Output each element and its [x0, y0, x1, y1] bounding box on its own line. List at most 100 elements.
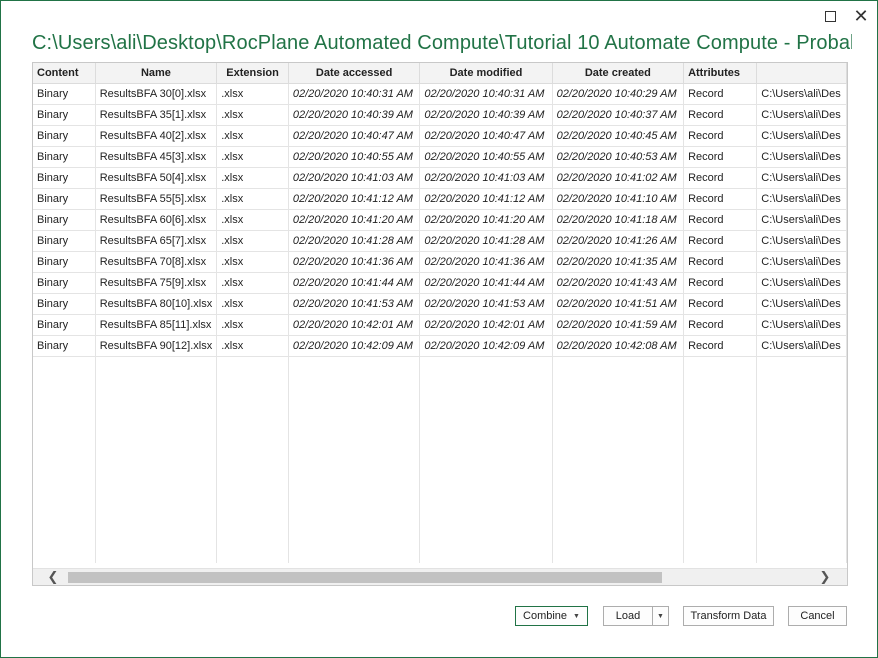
table-row[interactable]: Binary ResultsBFA 60[6].xlsx .xlsx 02/20/20…: [33, 209, 847, 231]
cell-date-created: 02/20/2020 10:42:08 AM: [552, 335, 685, 357]
cell-date-modified: 02/20/2020 10:41:12 AM: [419, 188, 553, 210]
cell-folder-path: C:\Users\ali\Des: [756, 314, 847, 336]
cancel-button[interactable]: Cancel: [788, 606, 847, 626]
table-row[interactable]: Binary ResultsBFA 40[2].xlsx .xlsx 02/20/20…: [33, 125, 847, 147]
load-button[interactable]: Load: [603, 606, 652, 626]
chevron-left-icon[interactable]: ❮: [45, 569, 61, 585]
cell-attributes: Record: [683, 314, 758, 336]
cell-folder-path: C:\Users\ali\Des: [756, 104, 847, 126]
cell-date-created: 02/20/2020 10:41:35 AM: [552, 251, 685, 273]
cell-attributes: Record: [683, 293, 758, 315]
column-header-date-accessed[interactable]: Date accessed: [288, 63, 421, 84]
cell-attributes: Record: [683, 146, 758, 168]
cell-content: Binary: [33, 272, 96, 294]
cell-date-modified: 02/20/2020 10:40:31 AM: [419, 83, 553, 105]
cell-extension: .xlsx: [216, 188, 289, 210]
empty-cell: [288, 356, 421, 563]
empty-cell: [95, 356, 218, 563]
column-header-extension[interactable]: Extension: [216, 63, 289, 84]
cell-date-accessed: 02/20/2020 10:42:09 AM: [288, 335, 421, 357]
cell-extension: .xlsx: [216, 209, 289, 231]
cell-date-created: 02/20/2020 10:40:53 AM: [552, 146, 685, 168]
load-dropdown-button[interactable]: ▼: [652, 606, 669, 626]
cell-folder-path: C:\Users\ali\Des: [756, 167, 847, 189]
cell-extension: .xlsx: [216, 251, 289, 273]
cell-name: ResultsBFA 50[4].xlsx: [95, 167, 218, 189]
cell-date-accessed: 02/20/2020 10:41:44 AM: [288, 272, 421, 294]
cell-content: Binary: [33, 209, 96, 231]
cell-date-created: 02/20/2020 10:41:59 AM: [552, 314, 685, 336]
column-header-attributes[interactable]: Attributes: [683, 63, 758, 84]
cell-name: ResultsBFA 40[2].xlsx: [95, 125, 218, 147]
cell-date-modified: 02/20/2020 10:42:01 AM: [419, 314, 553, 336]
cell-folder-path: C:\Users\ali\Des: [756, 251, 847, 273]
scrollbar-thumb[interactable]: [68, 572, 662, 583]
cell-date-accessed: 02/20/2020 10:41:03 AM: [288, 167, 421, 189]
cancel-label: Cancel: [800, 610, 835, 622]
cell-folder-path: C:\Users\ali\Des: [756, 335, 847, 357]
close-button[interactable]: ✕: [848, 5, 874, 27]
cell-attributes: Record: [683, 251, 758, 273]
cell-folder-path: C:\Users\ali\Des: [756, 272, 847, 294]
cell-content: Binary: [33, 293, 96, 315]
cell-date-created: 02/20/2020 10:41:18 AM: [552, 209, 685, 231]
cell-attributes: Record: [683, 272, 758, 294]
preview-table: Content Name Extension Date accessed Date mo…: [33, 63, 847, 563]
cell-date-accessed: 02/20/2020 10:41:20 AM: [288, 209, 421, 231]
chevron-right-icon[interactable]: ❯: [817, 569, 833, 585]
table-row[interactable]: Binary ResultsBFA 50[4].xlsx .xlsx 02/20/20…: [33, 167, 847, 189]
cell-extension: .xlsx: [216, 314, 289, 336]
cell-date-modified: 02/20/2020 10:41:44 AM: [419, 272, 553, 294]
cell-content: Binary: [33, 251, 96, 273]
cell-extension: .xlsx: [216, 293, 289, 315]
table-row[interactable]: Binary ResultsBFA 65[7].xlsx .xlsx 02/20/20…: [33, 230, 847, 252]
table-row[interactable]: Binary ResultsBFA 85[11].xlsx .xlsx 02/20/2…: [33, 314, 847, 336]
cell-name: ResultsBFA 55[5].xlsx: [95, 188, 218, 210]
cell-content: Binary: [33, 335, 96, 357]
cell-extension: .xlsx: [216, 167, 289, 189]
transform-data-button[interactable]: Transform Data: [683, 606, 774, 626]
cell-folder-path: C:\Users\ali\Des: [756, 293, 847, 315]
table-row[interactable]: Binary ResultsBFA 55[5].xlsx .xlsx 02/20/20…: [33, 188, 847, 210]
combine-button[interactable]: Combine ▼: [515, 606, 588, 626]
column-header-date-created[interactable]: Date created: [552, 63, 685, 84]
cell-attributes: Record: [683, 230, 758, 252]
cell-content: Binary: [33, 314, 96, 336]
column-header-content[interactable]: Content: [33, 63, 96, 84]
horizontal-scrollbar[interactable]: ❮ ❯: [33, 568, 847, 585]
table-body: Binary ResultsBFA 30[0].xlsx .xlsx 02/20/20…: [33, 83, 847, 563]
table-row[interactable]: Binary ResultsBFA 30[0].xlsx .xlsx 02/20/20…: [33, 83, 847, 105]
cell-folder-path: C:\Users\ali\Des: [756, 209, 847, 231]
cell-name: ResultsBFA 65[7].xlsx: [95, 230, 218, 252]
table-row[interactable]: Binary ResultsBFA 75[9].xlsx .xlsx 02/20/20…: [33, 272, 847, 294]
cell-date-modified: 02/20/2020 10:40:39 AM: [419, 104, 553, 126]
cell-date-accessed: 02/20/2020 10:40:31 AM: [288, 83, 421, 105]
column-header-date-modified[interactable]: Date modified: [419, 63, 553, 84]
cell-name: ResultsBFA 35[1].xlsx: [95, 104, 218, 126]
table-row[interactable]: Binary ResultsBFA 80[10].xlsx .xlsx 02/20/2…: [33, 293, 847, 315]
column-header-folder-path[interactable]: [756, 63, 847, 84]
table-row[interactable]: Binary ResultsBFA 45[3].xlsx .xlsx 02/20/20…: [33, 146, 847, 168]
empty-cell: [756, 356, 847, 563]
cell-attributes: Record: [683, 125, 758, 147]
empty-cell: [216, 356, 289, 563]
chevron-down-icon: ▼: [657, 612, 664, 620]
table-row[interactable]: Binary ResultsBFA 35[1].xlsx .xlsx 02/20/20…: [33, 104, 847, 126]
maximize-button[interactable]: [817, 5, 843, 27]
cell-date-accessed: 02/20/2020 10:41:12 AM: [288, 188, 421, 210]
cell-content: Binary: [33, 188, 96, 210]
navigator-dialog: ✕ C:\Users\ali\Desktop\RocPlane Automate…: [0, 0, 878, 658]
table-filler-row: [33, 356, 847, 563]
cell-date-modified: 02/20/2020 10:41:36 AM: [419, 251, 553, 273]
cell-date-accessed: 02/20/2020 10:41:28 AM: [288, 230, 421, 252]
cell-date-created: 02/20/2020 10:41:02 AM: [552, 167, 685, 189]
cell-name: ResultsBFA 45[3].xlsx: [95, 146, 218, 168]
data-preview-grid: Content Name Extension Date accessed Date mo…: [32, 62, 848, 586]
transform-label: Transform Data: [690, 610, 767, 622]
table-row[interactable]: Binary ResultsBFA 90[12].xlsx .xlsx 02/20/2…: [33, 335, 847, 357]
table-row[interactable]: Binary ResultsBFA 70[8].xlsx .xlsx 02/20/20…: [33, 251, 847, 273]
cell-name: ResultsBFA 60[6].xlsx: [95, 209, 218, 231]
chevron-down-icon: ▼: [573, 612, 580, 620]
column-header-name[interactable]: Name: [95, 63, 218, 84]
cell-date-modified: 02/20/2020 10:42:09 AM: [419, 335, 553, 357]
